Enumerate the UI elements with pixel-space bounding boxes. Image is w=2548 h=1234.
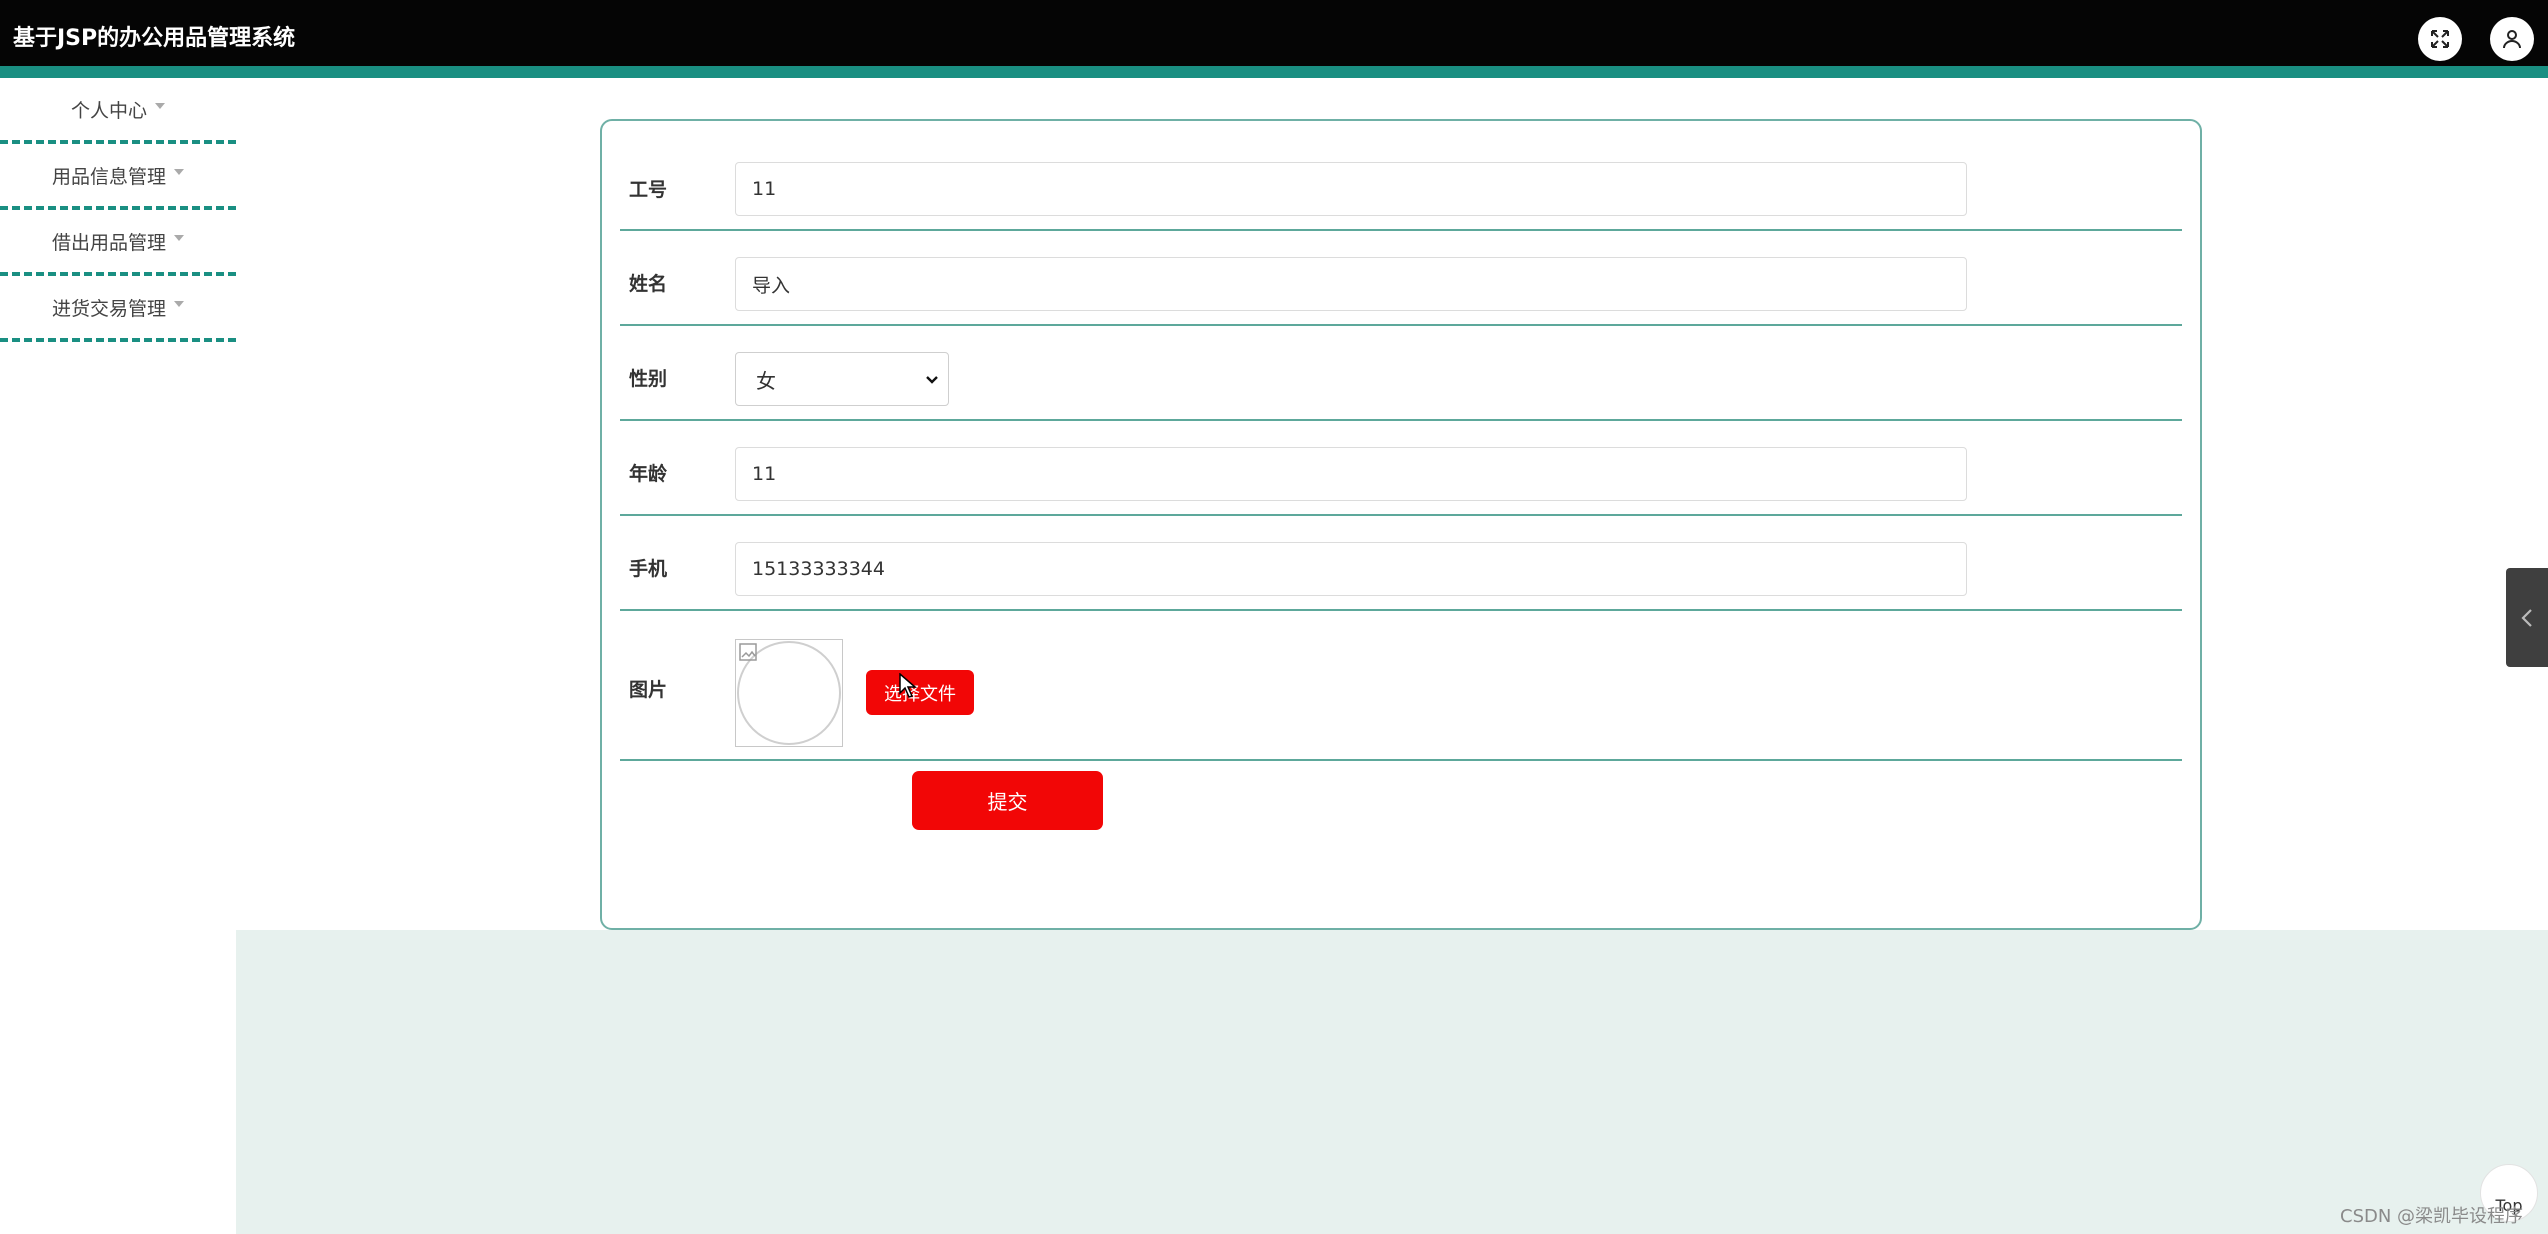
gender-select[interactable]: 女: [735, 352, 949, 406]
caret-down-icon: [174, 301, 184, 307]
chevron-left-icon: [2521, 608, 2532, 627]
form-row-gender: 性别 女: [620, 326, 2182, 421]
sidebar-item-supplies-info[interactable]: 用品信息管理: [0, 144, 236, 210]
field-label: 手机: [629, 558, 668, 580]
user-button[interactable]: [2490, 17, 2534, 61]
form-card: 工号 11 姓名 导入 性别 女 年龄 11 手机 15133333344 图片: [600, 119, 2202, 930]
fullscreen-icon: [2431, 30, 2449, 48]
sidebar-item-label: 个人中心: [70, 99, 147, 122]
caret-down-icon: [174, 235, 184, 241]
caret-down-icon: [155, 103, 165, 109]
field-label: 工号: [629, 179, 668, 201]
fullscreen-button[interactable]: [2418, 17, 2462, 61]
name-input[interactable]: 导入: [735, 257, 1967, 311]
sidebar-item-purchase-trade[interactable]: 进货交易管理: [0, 276, 236, 342]
form-row-employee-id: 工号 11: [620, 121, 2182, 231]
age-input[interactable]: 11: [735, 447, 1967, 501]
collapse-panel-tab[interactable]: [2506, 568, 2548, 667]
sidebar: 个人中心 用品信息管理 借出用品管理 进货交易管理: [0, 78, 236, 342]
form-row-picture: 图片 选择文件: [620, 611, 2182, 761]
app-title: 基于JSP的办公用品管理系统: [13, 26, 296, 51]
form-row-phone: 手机 15133333344: [620, 516, 2182, 611]
form-row-name: 姓名 导入: [620, 231, 2182, 326]
broken-image-icon: [739, 643, 757, 661]
field-label: 图片: [629, 679, 668, 701]
caret-down-icon: [174, 169, 184, 175]
field-label: 性别: [629, 368, 668, 390]
sidebar-item-label: 用品信息管理: [51, 165, 166, 188]
gender-select-value: 女: [756, 368, 776, 393]
phone-input[interactable]: 15133333344: [735, 542, 1967, 596]
sidebar-item-label: 借出用品管理: [51, 231, 166, 254]
form-row-age: 年龄 11: [620, 421, 2182, 516]
top-accent-bar: [0, 66, 2548, 78]
picture-preview: [735, 639, 843, 747]
employee-id-input[interactable]: 11: [735, 162, 1967, 216]
sidebar-item-lend-supplies[interactable]: 借出用品管理: [0, 210, 236, 276]
submit-button[interactable]: 提交: [912, 771, 1103, 830]
sidebar-item-personal-center[interactable]: 个人中心: [0, 78, 236, 144]
chevron-down-icon: [926, 376, 938, 384]
watermark-text: CSDN @梁凯毕设程序: [2340, 1206, 2524, 1227]
sidebar-item-label: 进货交易管理: [51, 297, 166, 320]
main-background: [236, 930, 2548, 1234]
field-label: 年龄: [629, 463, 668, 485]
mouse-cursor-icon: [899, 673, 917, 698]
user-icon: [2503, 30, 2521, 49]
field-label: 姓名: [629, 273, 668, 295]
choose-file-button[interactable]: 选择文件: [866, 670, 974, 715]
top-bar: 基于JSP的办公用品管理系统: [0, 0, 2548, 66]
